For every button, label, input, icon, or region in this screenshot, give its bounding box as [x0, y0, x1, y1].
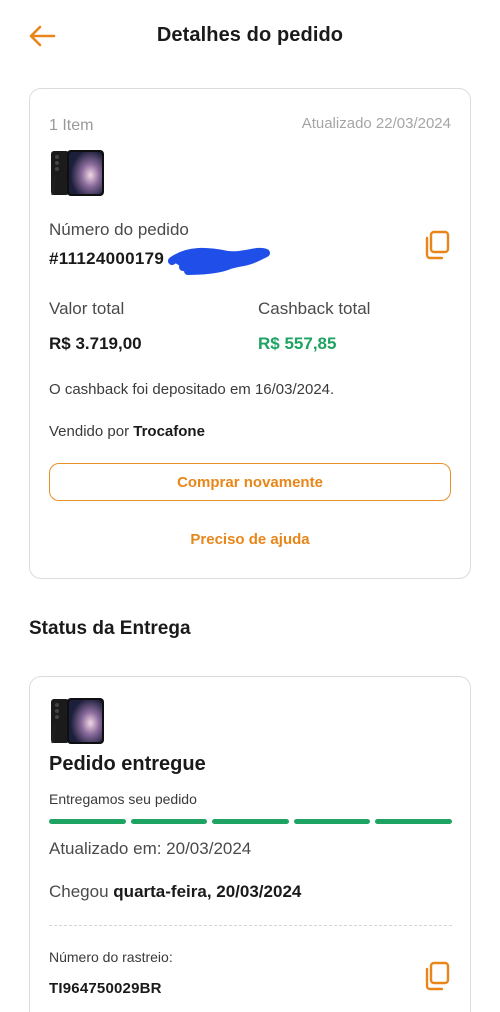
- progress-step: [212, 819, 289, 824]
- delivery-status-title: Pedido entregue: [49, 753, 206, 775]
- order-number-value: #11124000179: [49, 249, 165, 268]
- tracking-label: Número do rastreio:: [49, 949, 173, 965]
- progress-step: [375, 819, 452, 824]
- arrival-info: Chegou quarta-feira, 20/03/2024: [49, 882, 301, 902]
- arrival-prefix: Chegou: [49, 882, 109, 901]
- total-value: R$ 3.719,00: [49, 334, 142, 353]
- seller-info: Vendido por Trocafone: [49, 423, 205, 440]
- order-card: 1 Item Atualizado 22/03/2024 Número do p…: [29, 88, 471, 579]
- cashback-value: R$ 557,85: [258, 334, 337, 353]
- divider: [49, 925, 452, 926]
- total-label: Valor total: [49, 299, 125, 318]
- page-title: Detalhes do pedido: [156, 24, 344, 46]
- delivery-section-title: Status da Entrega: [29, 618, 191, 639]
- progress-step: [130, 819, 208, 824]
- progress-step: [293, 819, 371, 824]
- redaction-scribble: [168, 247, 270, 275]
- delivery-progress-bar: [49, 819, 452, 824]
- buy-again-button[interactable]: Comprar novamente: [49, 463, 451, 501]
- help-link[interactable]: Preciso de ajuda: [30, 531, 470, 548]
- copy-icon: [425, 961, 450, 991]
- copy-tracking-button[interactable]: [421, 960, 451, 992]
- tracking-number: TI964750029BR: [49, 980, 162, 997]
- seller-name: Trocafone: [133, 423, 205, 440]
- copy-order-number-button[interactable]: [421, 229, 451, 261]
- seller-prefix: Vendido por: [49, 423, 130, 440]
- order-number-label: Número do pedido: [49, 220, 189, 239]
- copy-icon: [425, 230, 450, 260]
- product-thumbnail: [51, 698, 104, 744]
- delivery-status-subtitle: Entregamos seu pedido: [49, 791, 197, 807]
- cashback-label: Cashback total: [258, 299, 371, 318]
- delivery-updated-at: Atualizado em: 20/03/2024: [49, 839, 252, 858]
- progress-step: [49, 819, 126, 824]
- updated-date: Atualizado 22/03/2024: [301, 115, 451, 132]
- items-count: 1 Item: [49, 117, 94, 134]
- product-thumbnail: [51, 150, 104, 196]
- delivery-card: Pedido entregue Entregamos seu pedido At…: [29, 676, 471, 1012]
- cashback-deposit-note: O cashback foi depositado em 16/03/2024.: [49, 381, 335, 398]
- top-bar: Detalhes do pedido: [0, 0, 500, 72]
- arrival-date: quarta-feira, 20/03/2024: [113, 882, 302, 901]
